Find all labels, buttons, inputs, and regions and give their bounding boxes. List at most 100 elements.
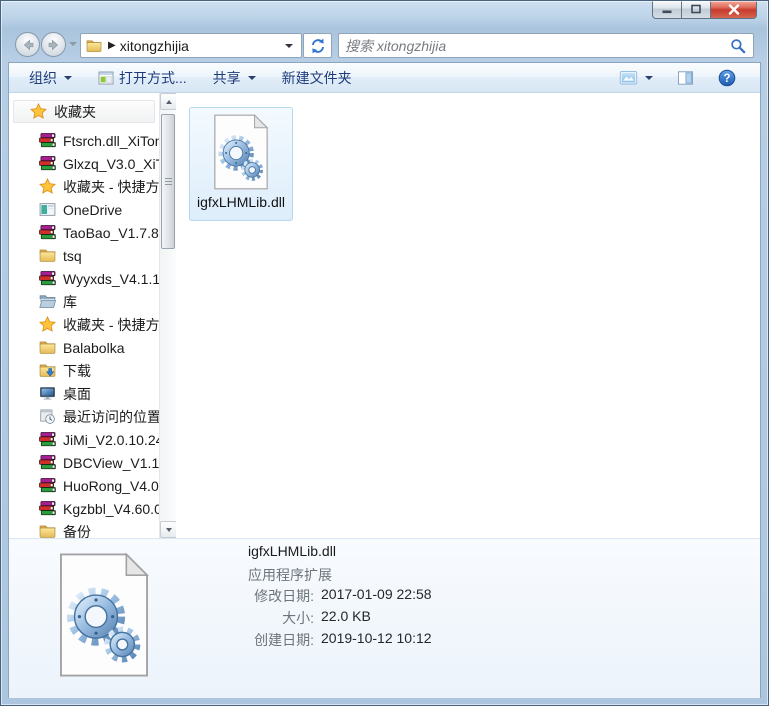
search-input[interactable] — [339, 37, 730, 54]
views-icon — [619, 70, 638, 86]
folder-icon — [39, 339, 56, 356]
sidebar-item-label: Wyyxds_V4.1.1.1 — [63, 270, 159, 287]
selected-file-item[interactable]: igfxLHMLib.dll — [189, 107, 293, 221]
open-with-button[interactable]: 打开方式... — [92, 66, 193, 90]
scroll-up-button[interactable] — [160, 93, 177, 110]
organize-label: 组织 — [29, 69, 57, 86]
toolbar-right-group — [613, 66, 760, 90]
address-bar[interactable]: ▶ xitongzhijia — [80, 33, 302, 58]
new-folder-label: 新建文件夹 — [281, 69, 352, 86]
favorites-star-icon — [39, 316, 56, 333]
organize-button[interactable]: 组织 — [23, 66, 78, 90]
sidebar-item[interactable]: HuoRong_V4.0.5 — [9, 474, 159, 497]
sidebar-item-label: Balabolka — [63, 339, 125, 356]
scrollbar-thumb[interactable] — [161, 114, 175, 249]
sidebar-group-header[interactable]: 收藏夹 — [13, 100, 155, 123]
created-date-label: 创建日期: — [254, 632, 314, 648]
modified-date-value: 2017-01-09 22:58 — [321, 586, 432, 602]
scroll-down-button[interactable] — [160, 521, 177, 538]
sidebar-scrollbar[interactable] — [159, 93, 177, 538]
sidebar-item[interactable]: Ftsrch.dll_XiTong — [9, 129, 159, 152]
sidebar-item[interactable]: 桌面 — [9, 382, 159, 405]
sidebar-item[interactable]: JiMi_V2.0.10.24_1 — [9, 428, 159, 451]
command-toolbar: 组织 打开方式... 共享 新建文件夹 — [9, 63, 760, 93]
toolbar-left-group: 组织 打开方式... 共享 新建文件夹 — [9, 66, 358, 90]
share-button[interactable]: 共享 — [207, 66, 262, 90]
forward-arrow-icon — [46, 37, 62, 53]
open-with-label: 打开方式... — [119, 69, 187, 86]
navigation-bar: ▶ xitongzhijia — [8, 30, 761, 60]
favorites-star-icon — [39, 178, 56, 195]
sidebar-item[interactable]: DBCView_V1.1_Xi — [9, 451, 159, 474]
folder-icon — [39, 523, 56, 538]
search-icon[interactable] — [730, 38, 746, 54]
share-label: 共享 — [212, 69, 241, 86]
details-file-type: 应用程序扩展 — [248, 567, 332, 583]
search-box — [338, 33, 754, 58]
file-list-area[interactable]: igfxLHMLib.dll — [176, 93, 760, 538]
sidebar-item[interactable]: Wyyxds_V4.1.1.1 — [9, 267, 159, 290]
sidebar-item[interactable]: 库 — [9, 290, 159, 313]
sidebar-item-label: 收藏夹 — [54, 103, 96, 120]
sidebar-item-label: JiMi_V2.0.10.24_1 — [63, 431, 159, 448]
favorites-star-icon — [30, 103, 47, 120]
change-view-button[interactable] — [613, 66, 659, 90]
sidebar-item[interactable]: OneDrive — [9, 198, 159, 221]
sidebar-item[interactable]: 备份 — [9, 520, 159, 538]
dll-file-icon — [210, 113, 272, 191]
details-row-created: 创建日期: 2019-10-12 10:12 — [159, 630, 432, 650]
maximize-icon — [691, 4, 701, 14]
modified-date-label: 修改日期: — [254, 588, 314, 604]
winrar-archive-icon — [39, 270, 56, 287]
open-with-icon — [98, 70, 114, 86]
sidebar-item-label: 收藏夹 - 快捷方式 — [63, 178, 159, 195]
refresh-button[interactable] — [303, 33, 332, 58]
address-dropdown-icon[interactable] — [285, 43, 293, 48]
sidebar-item[interactable]: 最近访问的位置 — [9, 405, 159, 428]
created-date-value: 2019-10-12 10:12 — [321, 630, 432, 646]
help-button[interactable] — [712, 66, 742, 90]
forward-button[interactable] — [41, 32, 66, 57]
navigation-pane: 收藏夹 Ftsrch.dll_XiTong Glxzq_V3.0_XiTo 收藏夹 -… — [9, 93, 159, 538]
help-icon — [718, 69, 736, 87]
sidebar-item-label: OneDrive — [63, 201, 123, 218]
scroll-up-icon — [165, 99, 172, 104]
desktop-icon — [39, 385, 56, 402]
breadcrumb[interactable]: xitongzhijia — [120, 38, 189, 54]
sidebar-item-label: Kgzbbl_V4.60.0.5 — [63, 500, 159, 517]
nav-history-dropdown[interactable] — [69, 42, 77, 46]
winrar-archive-icon — [39, 155, 56, 172]
sidebar-item-label: 最近访问的位置 — [63, 408, 159, 425]
maximize-button[interactable] — [682, 0, 711, 19]
winrar-archive-icon — [39, 454, 56, 471]
back-button[interactable] — [15, 32, 40, 57]
chevron-down-icon — [645, 75, 653, 80]
sidebar-item-label: HuoRong_V4.0.5 — [63, 477, 159, 494]
minimize-button[interactable] — [652, 0, 682, 19]
folder-icon — [39, 247, 56, 264]
sidebar-item[interactable]: Kgzbbl_V4.60.0.5 — [9, 497, 159, 520]
explorer-client-area: 组织 打开方式... 共享 新建文件夹 收藏夹 Ftsrch.dll_XiTon… — [8, 62, 761, 698]
sidebar-item[interactable]: TaoBao_V1.7.8.1 — [9, 221, 159, 244]
close-button[interactable] — [711, 0, 757, 19]
recent-places-icon — [39, 408, 56, 425]
chevron-down-icon — [64, 75, 72, 80]
winrar-archive-icon — [39, 431, 56, 448]
sidebar-item[interactable]: 下载 — [9, 359, 159, 382]
new-folder-button[interactable]: 新建文件夹 — [276, 66, 358, 90]
sidebar-item[interactable]: tsq — [9, 244, 159, 267]
file-name-label: igfxLHMLib.dll — [197, 194, 285, 210]
minimize-icon — [662, 10, 672, 13]
details-row-size: 大小: 22.0 KB — [159, 608, 371, 628]
preview-pane-button[interactable] — [671, 66, 700, 90]
refresh-icon — [310, 38, 326, 54]
window-controls — [652, 0, 757, 19]
size-label: 大小: — [282, 610, 314, 626]
sidebar-item[interactable]: 收藏夹 - 快捷方式 — [9, 313, 159, 336]
size-value: 22.0 KB — [321, 608, 371, 624]
sidebar-item-label: DBCView_V1.1_Xi — [63, 454, 159, 471]
sidebar-item[interactable]: 收藏夹 - 快捷方式 — [9, 175, 159, 198]
sidebar-item[interactable]: Balabolka — [9, 336, 159, 359]
sidebar-item[interactable]: Glxzq_V3.0_XiTo — [9, 152, 159, 175]
scroll-down-icon — [165, 527, 172, 532]
